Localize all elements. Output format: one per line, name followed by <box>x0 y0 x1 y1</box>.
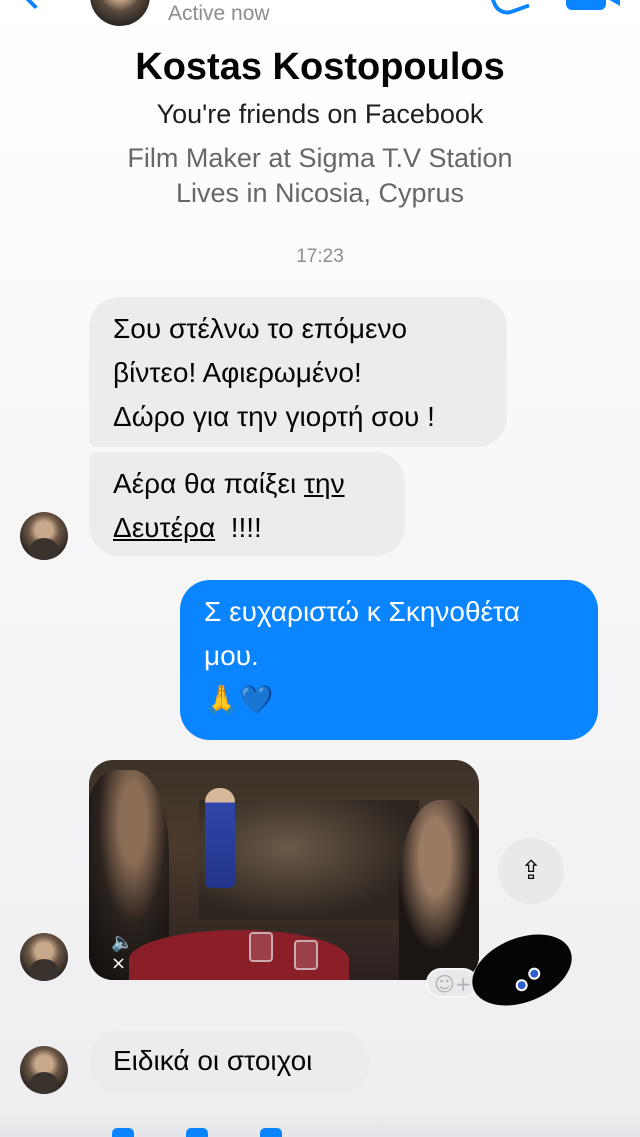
video-frame-woman <box>399 800 479 980</box>
message-line: Σου στέλνω το επόμενο <box>113 313 408 344</box>
profile-work: Film Maker at Sigma T.V Station <box>127 143 513 173</box>
back-chevron-icon[interactable] <box>16 0 54 10</box>
active-status: Active now <box>168 2 270 25</box>
video-attachment[interactable]: 🔈× <box>89 760 479 980</box>
message-line: Δώρο για την γιορτή σου ! <box>113 401 435 432</box>
microphone-icon[interactable] <box>260 1128 282 1137</box>
camera-icon[interactable] <box>112 1128 134 1137</box>
photo-icon[interactable] <box>186 1128 208 1137</box>
video-frame-singer <box>205 788 235 888</box>
video-call-icon[interactable] <box>566 0 620 10</box>
sender-avatar[interactable] <box>20 1046 68 1094</box>
message-line: βίντεο! Αφιερωμένο! <box>113 357 362 388</box>
profile-name: Kostas Kostopoulos <box>135 46 505 88</box>
sticker-eye <box>526 965 543 982</box>
sender-avatar[interactable] <box>20 933 68 981</box>
header-avatar[interactable] <box>90 0 150 26</box>
date-link[interactable]: Δευτέρα <box>113 512 215 543</box>
add-reaction-icon: ☺+ <box>434 972 472 996</box>
sticker-eye <box>513 977 530 994</box>
composer-bar <box>0 1112 640 1137</box>
message-line: Δευτέρα !!!! <box>113 506 381 550</box>
message-line: Αέρα θα παίξει την <box>113 462 381 506</box>
message-timestamp: 17:23 <box>296 246 344 267</box>
add-reaction-button[interactable]: ☺+ <box>426 968 478 998</box>
share-button[interactable]: ⇪ <box>498 838 564 904</box>
message-bubble-incoming[interactable]: Αέρα θα παίξει την Δευτέρα !!!! <box>89 452 405 556</box>
sender-avatar[interactable] <box>20 512 68 560</box>
message-bubble-outgoing[interactable]: Σ ευχαριστώ κ Σκηνοθέτα μου. 🙏💙 <box>180 580 598 740</box>
share-icon: ⇪ <box>520 856 542 886</box>
top-bar: Active now <box>0 0 640 30</box>
message-line: Ειδικά οι στοιχοι <box>113 1045 313 1076</box>
message-text: !!!! <box>215 512 262 543</box>
friends-status: You're friends on Facebook <box>156 99 484 129</box>
video-frame-glass <box>249 932 273 962</box>
message-text: Αέρα θα παίξει <box>113 468 304 499</box>
date-link[interactable]: την <box>304 468 345 499</box>
profile-location: Lives in Nicosia, Cyprus <box>175 178 465 208</box>
mute-icon[interactable]: 🔈× <box>111 932 141 974</box>
message-bubble-incoming[interactable]: Ειδικά οι στοιχοι <box>89 1031 369 1095</box>
message-line: Σ ευχαριστώ κ Σκηνοθέτα <box>204 596 520 627</box>
video-frame-glass <box>294 940 318 970</box>
sticker-overlay <box>461 920 583 1020</box>
emoji-line: 🙏💙 <box>204 684 274 715</box>
message-line: μου. <box>204 640 259 671</box>
messenger-conversation: Active now Kostas Kostopoulos You're fri… <box>0 0 640 1137</box>
phone-call-icon[interactable] <box>488 0 530 19</box>
message-bubble-incoming[interactable]: Σου στέλνω το επόμενο βίντεο! Αφιερωμένο… <box>89 297 507 447</box>
